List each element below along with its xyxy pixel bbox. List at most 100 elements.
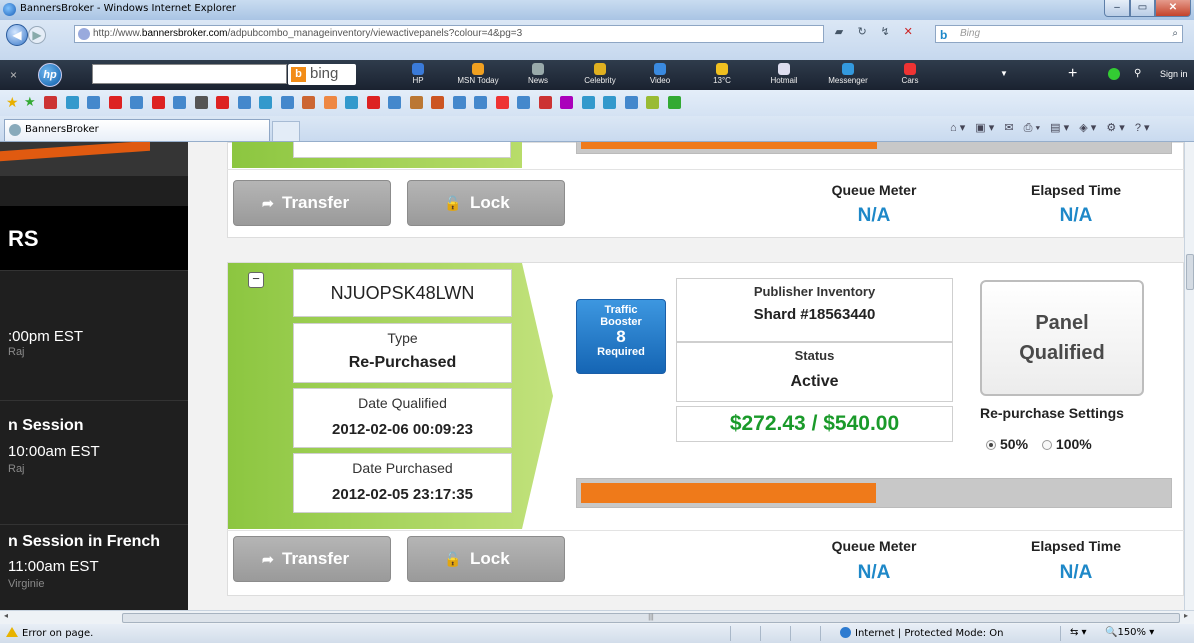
radio-100-percent[interactable]	[1041, 440, 1052, 450]
favorite-link-icon[interactable]	[517, 96, 530, 109]
favorite-link-icon[interactable]	[538, 96, 552, 109]
compatibility-icon[interactable]: ▰	[830, 25, 848, 41]
favorite-link-icon[interactable]	[259, 96, 272, 109]
hp-toolbar-item-label: 13°C	[713, 76, 731, 85]
hp-toolbar-item[interactable]: 13°C	[692, 63, 752, 85]
radio-50-percent[interactable]	[986, 440, 996, 450]
bing-search-button[interactable]: b bing	[288, 64, 356, 85]
horizontal-scrollbar[interactable]: ◂ ||| ▸	[0, 610, 1194, 624]
new-tab-button[interactable]	[272, 121, 300, 141]
vertical-scroll-thumb[interactable]	[1186, 254, 1194, 290]
favorite-link-icon[interactable]	[452, 96, 466, 109]
compat-status-icon[interactable]: ⇆ ▾	[1070, 627, 1087, 638]
favorite-link-icon[interactable]	[646, 96, 659, 109]
hp-logo-icon[interactable]: hp	[38, 63, 62, 87]
favorite-link-icon[interactable]	[173, 96, 186, 109]
sign-in-link[interactable]: Sign in	[1160, 69, 1188, 79]
hp-search-input[interactable]	[92, 64, 287, 84]
transfer-button[interactable]: ➦ Transfer	[233, 180, 391, 226]
maximize-button[interactable]: ▭	[1130, 0, 1155, 17]
add-favorites-icon[interactable]: ★	[24, 94, 36, 110]
tools-icon[interactable]: ⚙ ▾	[1106, 121, 1124, 134]
url-prefix: http://www.	[93, 28, 142, 39]
tab-bannersbroker[interactable]: BannersBroker	[4, 119, 270, 141]
favorite-link-icon[interactable]	[216, 96, 229, 109]
favorite-link-icon[interactable]	[560, 96, 573, 109]
favorite-link-icon[interactable]	[603, 96, 616, 109]
feeds-button-icon[interactable]: ▣ ▾	[975, 121, 994, 134]
favorite-link-icon[interactable]	[87, 96, 100, 109]
favorite-link-icon[interactable]	[194, 96, 208, 109]
divider	[227, 530, 1184, 531]
zoom-control[interactable]: 🔍150% ▾	[1105, 627, 1154, 638]
stop-icon[interactable]: ✕	[899, 25, 917, 41]
url-field[interactable]: http://www.bannersbroker.com/adpubcombo_…	[74, 25, 824, 43]
vertical-scrollbar[interactable]	[1184, 142, 1194, 610]
favorite-link-icon[interactable]	[151, 96, 165, 109]
toolbar-dropdown-icon[interactable]: ▼	[1000, 69, 1008, 78]
transfer-button[interactable]: ➦ Transfer	[233, 536, 391, 582]
shield-icon[interactable]	[1108, 68, 1120, 80]
feeds-icon[interactable]: ↯	[876, 25, 894, 41]
back-button[interactable]: ◀	[6, 24, 28, 46]
horizontal-scroll-thumb[interactable]: |||	[122, 613, 1180, 623]
security-zone[interactable]: Internet | Protected Mode: On	[840, 627, 1003, 639]
favorite-link-icon[interactable]	[323, 96, 337, 109]
lock-button[interactable]: 🔓 Lock	[407, 536, 565, 582]
home-icon[interactable]: ⌂ ▾	[950, 121, 965, 134]
add-icon[interactable]: +	[1068, 65, 1077, 83]
scroll-left-icon[interactable]: ◂	[4, 611, 8, 620]
page-icon[interactable]: ▤ ▾	[1050, 121, 1069, 134]
zone-text: Internet | Protected Mode: On	[855, 628, 1004, 639]
toolbar-close-icon[interactable]: ×	[10, 68, 17, 82]
favorite-link-icon[interactable]	[366, 96, 380, 109]
favorite-link-icon[interactable]	[581, 96, 595, 109]
hp-toolbar-item[interactable]: News	[508, 63, 568, 85]
hp-toolbar-item[interactable]: Hotmail	[754, 63, 814, 85]
favorite-link-icon[interactable]	[624, 96, 638, 109]
magnifier-icon[interactable]: ⚲	[1134, 68, 1141, 79]
favorite-link-icon[interactable]	[108, 96, 122, 109]
hp-toolbar-item[interactable]: MSN Today	[448, 63, 508, 85]
favorite-link-icon[interactable]	[65, 96, 79, 109]
traffic-booster-badge[interactable]: Traffic Booster 8 Required	[576, 299, 666, 374]
favorite-link-icon[interactable]	[431, 96, 444, 109]
favorite-link-icon[interactable]	[237, 96, 251, 109]
hp-toolbar-item-label: Cars	[901, 76, 919, 85]
error-indicator[interactable]: Error on page.	[6, 627, 93, 639]
forward-button[interactable]: ▶	[28, 26, 46, 44]
date-qualified-value: 2012-02-06 00:09:23	[332, 421, 473, 438]
hp-toolbar-item[interactable]: Messenger	[818, 63, 878, 85]
collapse-button[interactable]: −	[248, 272, 264, 288]
refresh-icon[interactable]: ↻	[853, 25, 871, 41]
hp-toolbar-item[interactable]: Video	[630, 63, 690, 85]
favorite-link-icon[interactable]	[495, 96, 509, 109]
search-icon[interactable]: ⌕	[1172, 26, 1178, 42]
read-mail-icon[interactable]: ✉	[1004, 121, 1013, 134]
lock-button[interactable]: 🔓 Lock	[407, 180, 565, 226]
favorite-link-icon[interactable]	[474, 96, 487, 109]
favorite-link-icon[interactable]	[409, 96, 423, 109]
scroll-right-icon[interactable]: ▸	[1184, 611, 1188, 620]
favorite-link-icon[interactable]	[667, 96, 681, 109]
search-input[interactable]: b Bing ⌕	[935, 25, 1183, 43]
help-icon[interactable]: ? ▾	[1135, 121, 1150, 134]
hp-toolbar-item[interactable]: Cars	[880, 63, 940, 85]
favorite-link-icon[interactable]	[388, 96, 401, 109]
publisher-inventory-value: Shard #18563440	[753, 306, 876, 323]
safety-icon[interactable]: ◈ ▾	[1079, 121, 1096, 134]
favorites-star-icon[interactable]: ★	[6, 94, 19, 111]
favorite-link-icon[interactable]	[44, 96, 57, 109]
favorite-link-icon[interactable]	[130, 96, 143, 109]
status-label: Status	[794, 348, 835, 363]
favorite-link-icon[interactable]	[345, 96, 358, 109]
print-icon[interactable]: ⎙ ▾	[1024, 122, 1040, 135]
hp-toolbar-item[interactable]: Celebrity	[570, 63, 630, 85]
tab-bar: BannersBroker ⌂ ▾ ▣ ▾ ✉ ⎙ ▾ ▤ ▾ ◈ ▾ ⚙ ▾ …	[0, 116, 1194, 142]
schedule-sidebar: RS :00pm EST Raj n Session 10:00am EST R…	[0, 142, 188, 610]
hp-toolbar-item[interactable]: HP	[388, 63, 448, 85]
favorite-link-icon[interactable]	[302, 96, 315, 109]
favorite-link-icon[interactable]	[280, 96, 294, 109]
minimize-button[interactable]: –	[1104, 0, 1130, 17]
close-button[interactable]: ✕	[1155, 0, 1191, 17]
